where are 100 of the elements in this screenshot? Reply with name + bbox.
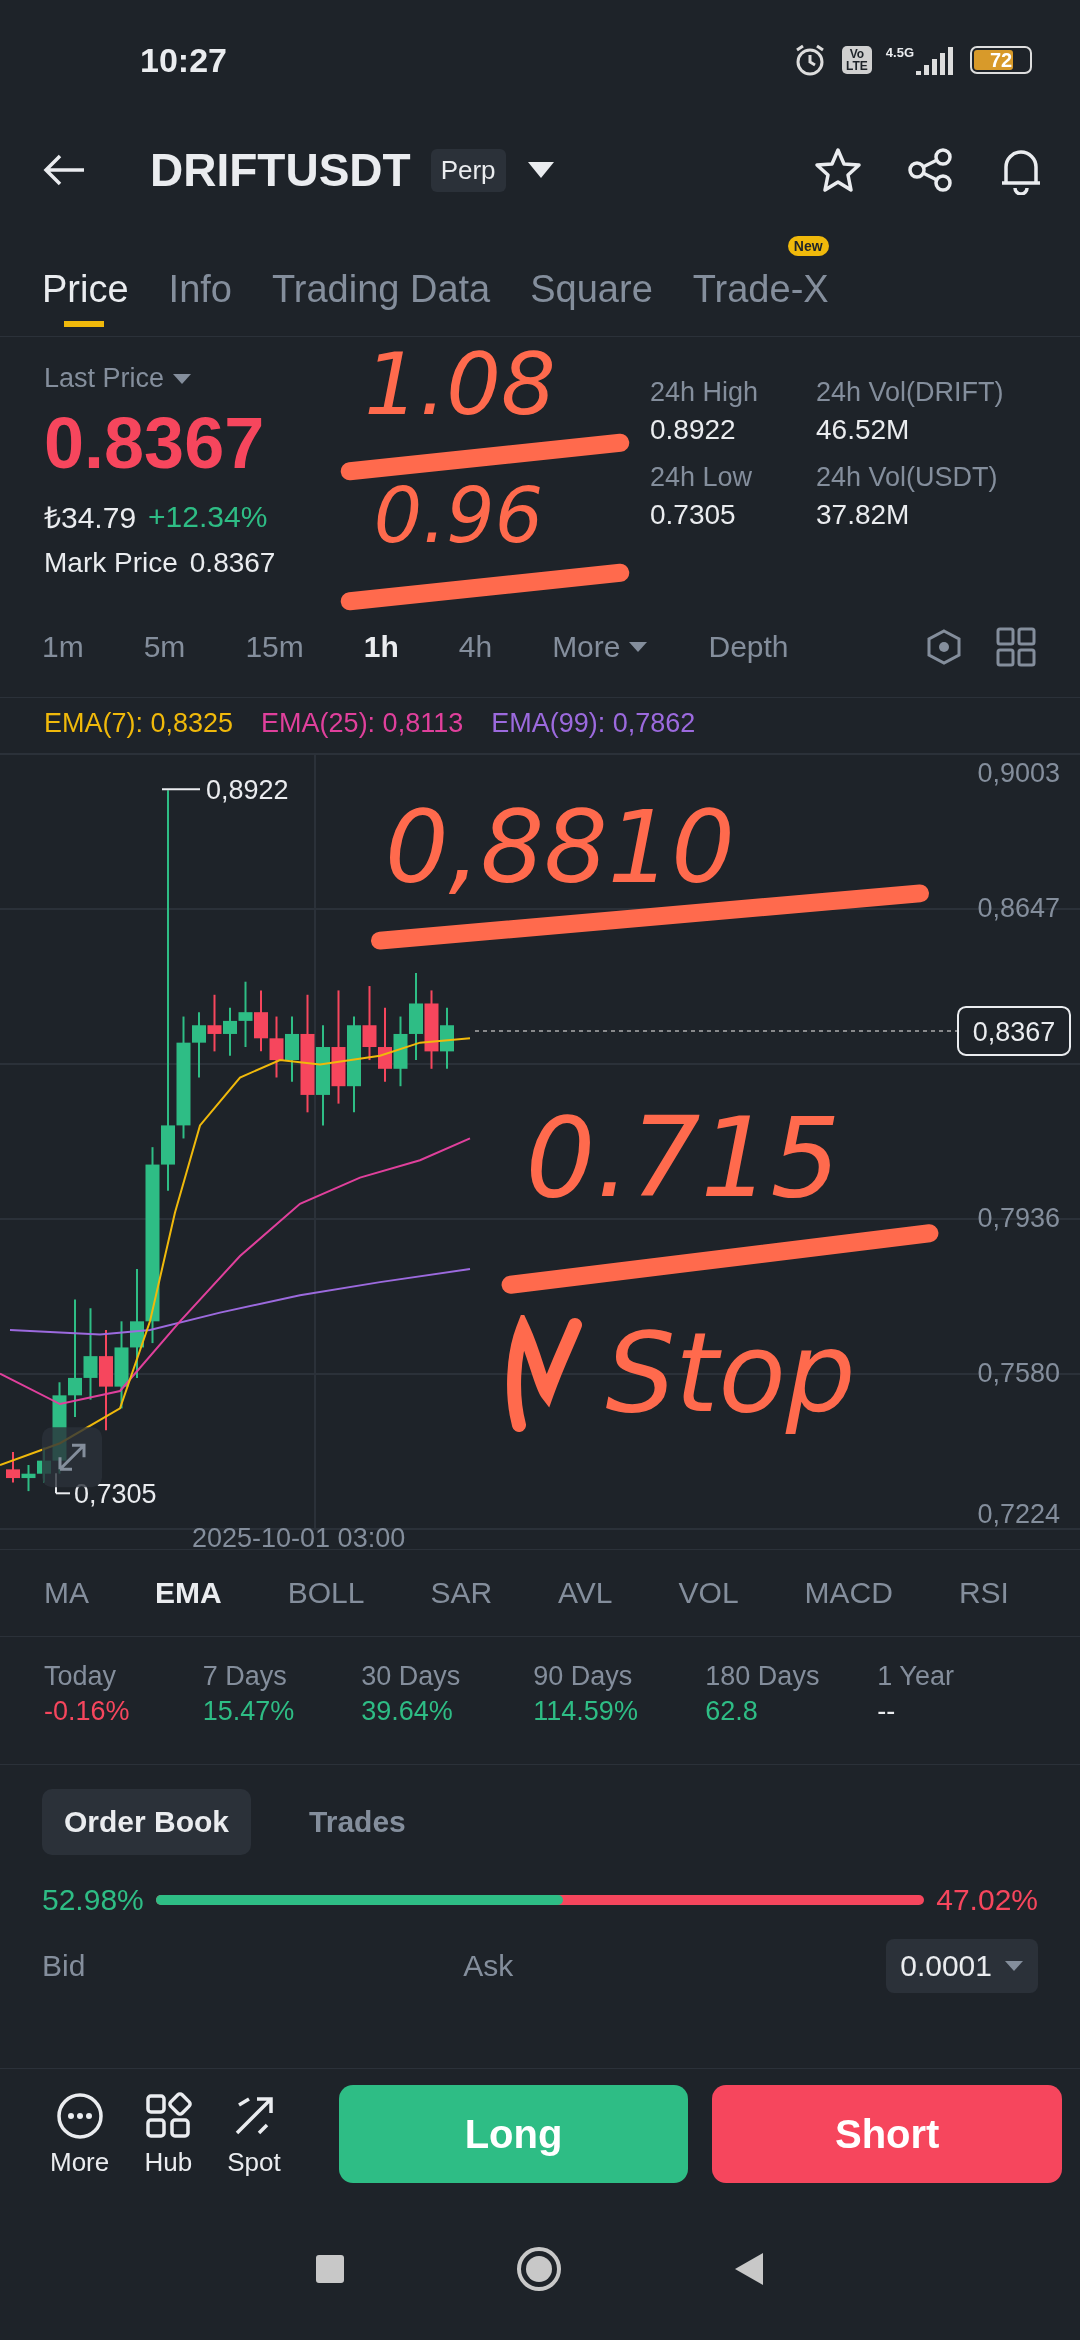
interval-tab[interactable]: 4h	[458, 630, 493, 664]
period-label: 180 Days	[705, 1661, 821, 1692]
toolbar-button[interactable]: Spot	[227, 2090, 281, 2178]
last-price: 0.8367	[44, 402, 265, 484]
period-label: Today	[44, 1661, 118, 1692]
candle	[21, 1464, 36, 1493]
tab[interactable]: Price	[42, 261, 129, 327]
candle	[440, 1006, 454, 1070]
stat-label: 24h Vol(DRIFT)	[816, 377, 1005, 408]
stat-value: 0.7305	[650, 499, 737, 531]
more-icon	[54, 2090, 105, 2141]
axis-label: 0,7936	[977, 1203, 1060, 1233]
tab[interactable]: Square	[530, 261, 653, 327]
stat-label: 24h Low	[650, 462, 754, 493]
back-icon[interactable]	[42, 154, 86, 186]
book-tab[interactable]: Order Book	[42, 1789, 252, 1855]
bid-header: Bid	[42, 1949, 86, 1983]
bid-ratio: 52.98%	[42, 1883, 144, 1917]
stat-value: 0.8922	[650, 414, 737, 446]
period-label: 7 Days	[202, 1661, 288, 1692]
ema-legend: EMA(25): 0,8113	[261, 708, 464, 739]
stat-value: 46.52M	[816, 414, 911, 446]
caret-icon[interactable]	[525, 160, 556, 180]
period-label: 90 Days	[533, 1661, 634, 1692]
handwritten-note: 0,8810	[384, 790, 736, 905]
indicator-tab[interactable]: MACD	[804, 1576, 893, 1610]
caret-icon	[1004, 1960, 1024, 1972]
volte-badge: Vo LTE	[842, 46, 872, 74]
toolbar-button[interactable]: More	[50, 2090, 110, 2178]
period-label: 30 Days	[361, 1661, 462, 1692]
period-change: --	[877, 1696, 897, 1727]
candle	[254, 989, 268, 1053]
axis-label: 0,9003	[977, 758, 1060, 788]
axis-label: 0,7580	[977, 1358, 1060, 1388]
period-change: 15.47%	[202, 1696, 296, 1727]
candle	[269, 1015, 284, 1079]
candle	[238, 980, 253, 1048]
interval-tab[interactable]: 1h	[363, 630, 399, 664]
tab[interactable]: Trading Data	[271, 261, 491, 327]
handwritten-note: 0.715	[524, 1095, 842, 1222]
pair-title: DRIFTUSDT	[150, 143, 411, 197]
book-tab[interactable]: Trades	[287, 1789, 428, 1855]
indicator-tab[interactable]: RSI	[958, 1576, 1009, 1610]
candle	[223, 1006, 237, 1057]
period-change: 39.64%	[361, 1696, 454, 1727]
share-icon[interactable]	[906, 147, 954, 193]
interval-tab[interactable]: 5m	[143, 630, 186, 664]
recents-icon[interactable]	[315, 2254, 345, 2284]
period-change: -0.16%	[44, 1696, 131, 1727]
tab[interactable]: Trade-X	[692, 261, 829, 327]
interval-tab[interactable]: Depth	[708, 630, 789, 664]
caret-icon	[628, 641, 649, 653]
ask-ratio: 47.02%	[936, 1883, 1038, 1917]
back-icon[interactable]	[733, 2251, 765, 2287]
candle	[6, 1450, 20, 1484]
indicator-tab[interactable]: EMA	[155, 1576, 222, 1610]
tab[interactable]: Info	[168, 261, 232, 327]
stat-label: 24h High	[650, 377, 760, 408]
indicator-tab[interactable]: MA	[44, 1576, 89, 1610]
indicator-tab[interactable]: AVL	[558, 1576, 613, 1610]
long-button[interactable]: Long	[338, 2085, 689, 2183]
stat-value: 37.82M	[816, 499, 911, 531]
interval-tab[interactable]: 1m	[42, 630, 84, 664]
price-change: +12.34%	[148, 499, 268, 534]
star-icon[interactable]	[814, 147, 862, 193]
period-change: 62.8	[705, 1696, 759, 1727]
interval-tab[interactable]: More	[552, 630, 649, 664]
indicator-tab[interactable]: VOL	[678, 1576, 739, 1610]
layout-icon[interactable]	[996, 627, 1036, 667]
ask-header: Ask	[463, 1949, 515, 1983]
stat-label: 24h Vol(USDT)	[816, 462, 999, 493]
handwritten-note: 0.96	[372, 472, 544, 560]
indicator-tab[interactable]: SAR	[430, 1576, 493, 1610]
axis-label: 0,8647	[977, 893, 1060, 923]
contract-badge: Perp	[430, 148, 506, 192]
handwritten-note: 1.08	[363, 335, 557, 434]
home-icon[interactable]	[515, 2245, 563, 2293]
clock: 10:27	[140, 40, 227, 80]
ema-legend: EMA(99): 0,7862	[491, 708, 696, 739]
candle	[207, 993, 222, 1053]
fiat-price: ₺34.79	[44, 500, 137, 536]
axis-label: 0,7224	[977, 1499, 1060, 1529]
handwritten-note: Stop	[604, 1310, 857, 1437]
period-label: 1 Year	[877, 1661, 955, 1692]
price-label: 0,8367	[957, 1005, 1071, 1056]
price-type-label[interactable]: Last Price	[44, 363, 165, 394]
indicator-tab[interactable]: BOLL	[287, 1576, 365, 1610]
mark-price: 0.8367	[189, 547, 276, 579]
toolbar-button[interactable]: Hub	[143, 2090, 194, 2178]
short-button[interactable]: Short	[712, 2085, 1062, 2183]
precision-dropdown[interactable]: 0.0001	[886, 1939, 1038, 1993]
ema-legend: EMA(7): 0,8325	[44, 708, 234, 739]
period-change: 114.59%	[533, 1696, 639, 1727]
network-type: 4.5G	[885, 45, 914, 60]
time-label: 2025-10-01 03:00	[192, 1523, 406, 1549]
interval-tab[interactable]: 15m	[245, 630, 304, 664]
grid-icon	[143, 2090, 194, 2141]
mark-price-label: Mark Price	[44, 547, 178, 579]
new-badge: New	[787, 235, 829, 256]
signal-icon	[916, 45, 956, 75]
